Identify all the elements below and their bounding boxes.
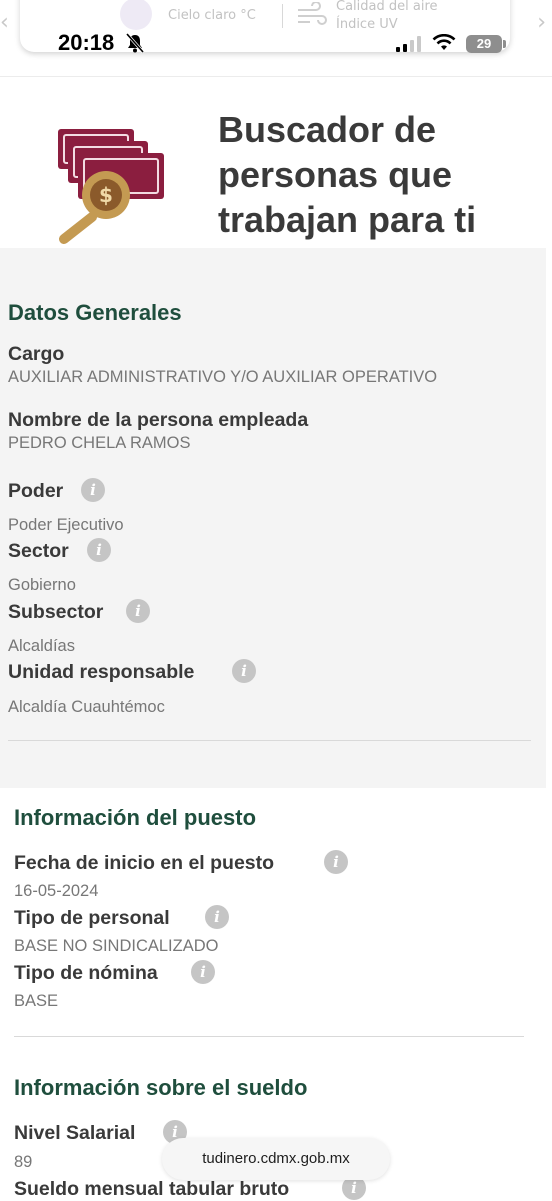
air-quality-line2: Índice UV — [336, 17, 398, 32]
tipo-nomina-label: Tipo de nómina — [14, 962, 158, 984]
section-title-datos-generales: Datos Generales — [8, 300, 182, 325]
widget-divider — [282, 4, 283, 28]
cargo-label: Cargo — [8, 343, 65, 365]
info-icon[interactable]: i — [81, 478, 105, 502]
info-icon[interactable]: i — [232, 659, 256, 683]
subsector-label: Subsector — [8, 601, 104, 623]
section-title-sueldo: Información sobre el sueldo — [14, 1075, 308, 1100]
sector-label: Sector — [8, 540, 69, 562]
poder-label: Poder — [8, 480, 64, 502]
section-divider — [8, 740, 531, 741]
money-search-icon: $ — [58, 129, 164, 244]
tipo-nomina-value: BASE — [14, 992, 59, 1010]
page-header: $ Buscador de personas que trabajan para… — [0, 76, 552, 249]
clock: 20:18 — [58, 30, 115, 55]
widget-prev-icon[interactable]: ‹ — [0, 10, 9, 35]
info-icon[interactable]: i — [191, 960, 215, 984]
status-bar: ‹ › Cielo claro °C Calidad del aire Índi… — [0, 0, 552, 76]
info-icon[interactable]: i — [324, 850, 348, 874]
weather-text: Cielo claro °C — [168, 8, 256, 23]
bell-slash-icon — [126, 33, 144, 53]
widget-next-icon[interactable]: › — [537, 10, 546, 35]
nivel-salarial-value: 89 — [14, 1153, 33, 1171]
info-icon[interactable]: i — [87, 538, 111, 562]
moon-icon — [120, 0, 152, 30]
nombre-label: Nombre de la persona empleada — [8, 409, 309, 431]
sector-value: Gobierno — [8, 576, 76, 594]
subsector-value: Alcaldías — [8, 637, 75, 655]
tipo-personal-label: Tipo de personal — [14, 907, 170, 929]
page-title: Buscador de personas que trabajan para t… — [218, 109, 477, 240]
svg-text:$: $ — [99, 183, 113, 207]
fecha-value: 16-05-2024 — [14, 882, 99, 900]
nombre-value: PEDRO CHELA RAMOS — [8, 434, 191, 452]
sueldo-mensual-label: Sueldo mensual tabular bruto — [14, 1178, 290, 1200]
signal-icon — [396, 36, 421, 52]
air-quality-text: Calidad del aire Índice UV — [336, 0, 438, 34]
fecha-label: Fecha de inicio en el puesto — [14, 852, 275, 874]
unidad-value: Alcaldía Cuauhtémoc — [8, 698, 165, 716]
air-quality-line1: Calidad del aire — [336, 0, 438, 14]
datos-generales-section: Datos Generales Cargo AUXILIAR ADMINISTR… — [0, 248, 546, 788]
poder-value: Poder Ejecutivo — [8, 516, 124, 534]
browser-url-bar[interactable]: tudinero.cdmx.gob.mx — [162, 1138, 390, 1180]
section-divider — [14, 1036, 524, 1037]
battery-tip — [503, 40, 506, 48]
cargo-value: AUXILIAR ADMINISTRATIVO Y/O AUXILIAR OPE… — [8, 368, 438, 386]
unidad-label: Unidad responsable — [8, 661, 195, 683]
info-icon[interactable]: i — [126, 599, 150, 623]
tipo-personal-value: BASE NO SINDICALIZADO — [14, 937, 219, 955]
battery-indicator: 29 — [466, 35, 502, 53]
wifi-icon — [432, 34, 456, 50]
nivel-salarial-label: Nivel Salarial — [14, 1122, 136, 1144]
wind-icon — [298, 2, 327, 25]
info-icon[interactable]: i — [205, 905, 229, 929]
section-title-puesto: Información del puesto — [14, 805, 257, 830]
